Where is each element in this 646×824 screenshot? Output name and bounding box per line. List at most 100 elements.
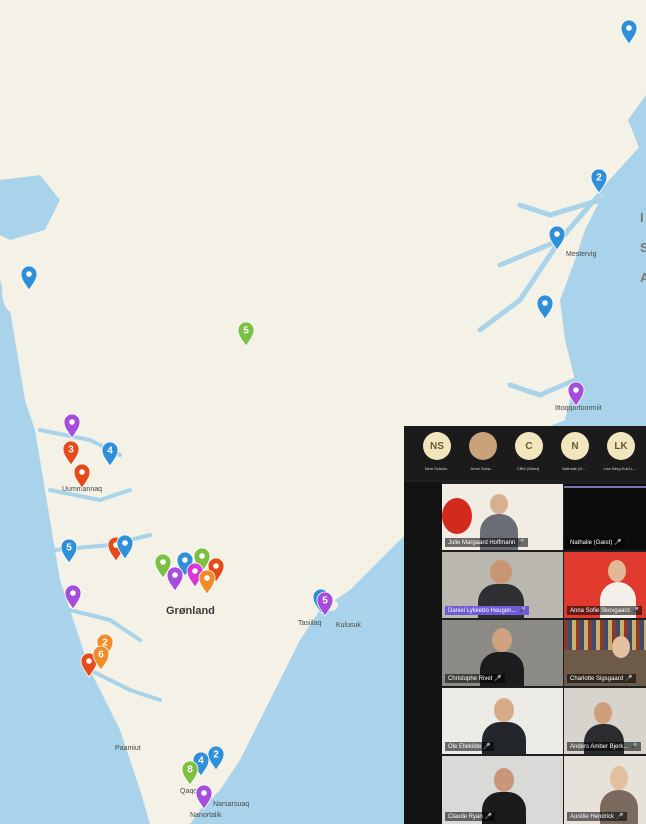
participant-name: Julie Margaard Hoffmann	[448, 540, 516, 546]
pin-count-label: 2	[213, 750, 219, 761]
place-label-mesterviq: Mestervig	[566, 251, 596, 258]
avatar	[469, 432, 497, 460]
pin-dot	[213, 563, 219, 569]
face	[490, 494, 508, 514]
video-tile-9[interactable]: Claude Ryan 🎤	[442, 756, 563, 824]
participant-name: Claude Ryan	[448, 814, 483, 820]
pin-count-label: 3	[68, 445, 74, 456]
avatar: NS	[423, 432, 451, 460]
participant-label: Julie Margaard Hoffmann 🎤	[445, 538, 528, 547]
video-tile-1[interactable]: Julie Margaard Hoffmann 🎤	[442, 484, 563, 550]
pin-dot	[204, 575, 210, 581]
place-label-narsarsuaq: Narsarsuaq	[213, 801, 249, 808]
pin-count-label: 8	[187, 765, 193, 776]
edge-letter-1: I	[640, 210, 644, 225]
participant-label: Anna Sofie Skovgaard 🎤	[567, 606, 643, 615]
face	[494, 698, 514, 722]
video-tile-8[interactable]: Anders Amber Bjerk... 🎤	[564, 688, 646, 754]
mic-icon: 🎤	[630, 744, 638, 750]
participant-name: Christophe Rivet	[448, 676, 493, 682]
pin-dot	[70, 590, 76, 596]
video-tile-2[interactable]: Nathalie (Gæst) 🎤	[564, 484, 646, 550]
video-tile-5[interactable]: Christophe Rivet 🎤	[442, 620, 563, 686]
pin-dot	[69, 419, 75, 425]
pin-dot	[626, 25, 632, 31]
participant-label: Claude Ryan 🎤	[445, 812, 496, 821]
participant-label: Anders Amber Bjerk... 🎤	[567, 742, 641, 751]
place-label-ittoqqortoormiit: Ittoqqortoormiit	[555, 405, 602, 412]
participant-name: Nina Schultz	[424, 466, 448, 471]
mic-icon: 🎤	[614, 540, 622, 546]
participant-name: Charlotte Sigsgaard	[570, 676, 624, 682]
video-tile-4[interactable]: Anna Sofie Skovgaard 🎤	[564, 552, 646, 618]
pin-dot	[542, 300, 548, 306]
pin-dot	[160, 559, 166, 565]
pin-count-label: 5	[66, 543, 72, 554]
mic-icon: 🎤	[616, 814, 624, 820]
participant-chip-3[interactable]: C CBM (Gæst)	[508, 432, 548, 478]
video-tile-6[interactable]: Charlotte Sigsgaard 🎤	[564, 620, 646, 686]
pin-dot	[199, 553, 205, 559]
pin-count-label: 4	[107, 446, 113, 457]
participant-bar: NS Nina Schultz Anne Scha... C CBM (Gæst…	[404, 426, 646, 480]
face	[610, 766, 628, 790]
avatar: C	[515, 432, 543, 460]
face	[594, 702, 612, 724]
participant-name: Lise Berg Kold L...	[603, 466, 637, 471]
edge-letter-3: A	[640, 270, 646, 285]
participant-chip-2[interactable]: Anne Scha...	[462, 432, 502, 478]
pin-count-label: 2	[596, 173, 602, 184]
face	[608, 560, 626, 582]
pin-dot	[554, 231, 560, 237]
pin-dot	[573, 387, 579, 393]
mic-icon: 🎤	[483, 744, 491, 750]
place-label-paamiut: Paamiut	[115, 745, 141, 752]
participant-label: Nathalie (Gæst) 🎤	[567, 538, 625, 547]
participant-label: Ole Ellekilde 🎤	[445, 742, 494, 751]
mic-icon: 🎤	[631, 608, 640, 614]
participant-label: Charlotte Sigsgaard 🎤	[567, 674, 636, 683]
participant-name: Anna Sofie Skovgaard	[570, 608, 630, 614]
left-strip	[404, 482, 442, 824]
pin-dot	[86, 658, 92, 664]
participant-label: Christophe Rivet 🎤	[445, 674, 505, 683]
bookshelf	[564, 620, 646, 650]
face	[612, 636, 630, 658]
mic-icon: 🎤	[518, 608, 526, 614]
pin-dot	[201, 790, 207, 796]
pin-count-label: 5	[322, 596, 328, 607]
pin-count-label: 5	[243, 326, 249, 337]
face	[490, 560, 512, 584]
video-call-panel: NS Nina Schultz Anne Scha... C CBM (Gæst…	[404, 426, 646, 824]
participant-chip-1[interactable]: NS Nina Schultz	[416, 432, 456, 478]
face	[494, 768, 514, 792]
participant-name: CBM (Gæst)	[516, 466, 540, 471]
avatar: LK	[607, 432, 635, 460]
pin-dot	[192, 568, 198, 574]
pin-dot	[182, 557, 188, 563]
country-label: Grønland	[166, 605, 215, 617]
pin-dot	[79, 469, 85, 475]
participant-name: Anders Amber Bjerk...	[570, 744, 629, 750]
mic-icon: 🎤	[625, 676, 633, 682]
video-tile-10[interactable]: Aurélie Hendrick 🎤	[564, 756, 646, 824]
place-label-kulusuk: Kulusuk	[336, 622, 361, 629]
accent-line	[564, 486, 646, 488]
face	[492, 628, 512, 652]
avatar: N	[561, 432, 589, 460]
place-label-nanortalik: Nanortalik	[190, 812, 222, 819]
pin-dot	[122, 540, 128, 546]
pin-dot	[26, 271, 32, 277]
red-art	[442, 498, 472, 534]
participant-chip-4[interactable]: N Nathalie (G...	[554, 432, 594, 478]
participant-chip-5[interactable]: LK Lise Berg Kold L...	[600, 432, 640, 478]
participant-name: Nathalie (G...	[562, 466, 586, 471]
video-tile-7[interactable]: Ole Ellekilde 🎤	[442, 688, 563, 754]
video-tile-3[interactable]: Daniel Lykkebo Haugen... 🎤	[442, 552, 563, 618]
mic-icon: 🎤	[494, 676, 502, 682]
mic-icon: 🎤	[517, 540, 525, 546]
participant-name: Daniel Lykkebo Haugen...	[448, 608, 517, 614]
participant-name: Nathalie (Gæst)	[570, 540, 613, 546]
participant-label: Daniel Lykkebo Haugen... 🎤	[445, 606, 529, 615]
participant-label: Aurélie Hendrick 🎤	[567, 812, 627, 821]
